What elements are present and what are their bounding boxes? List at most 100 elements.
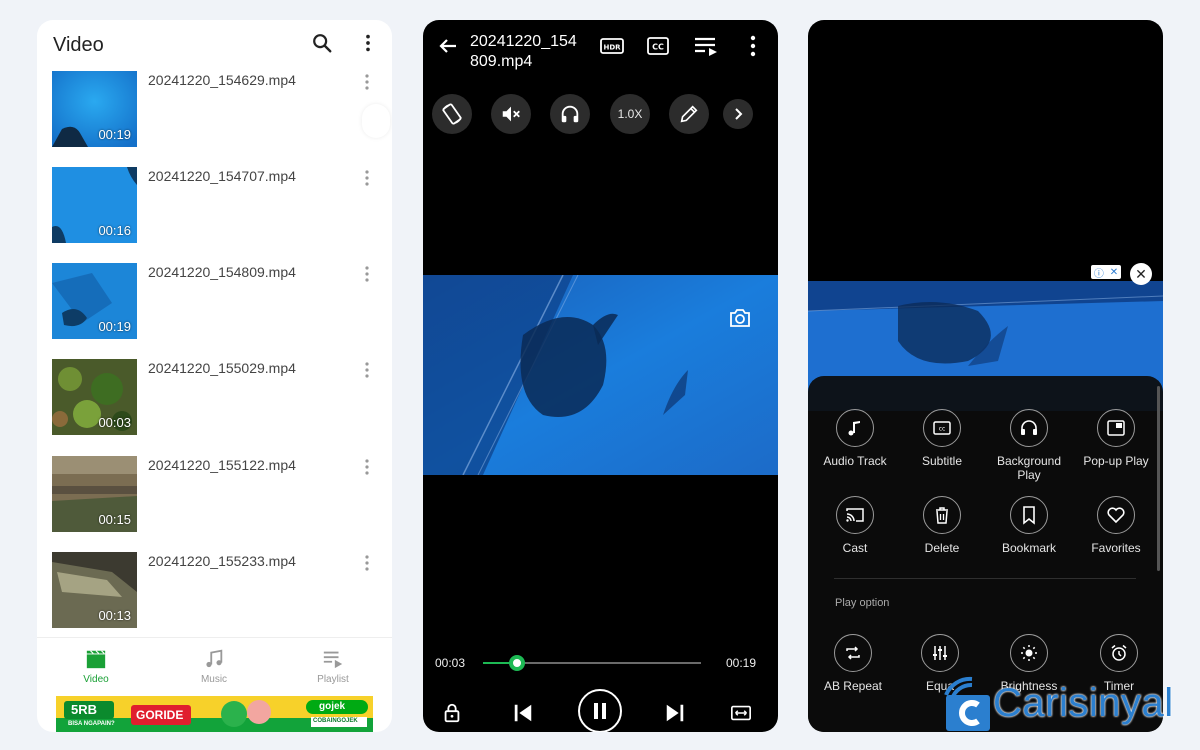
bottom-tab-bar: Video Music Playlist: [37, 637, 392, 697]
ad-info-badge[interactable]: ⓘ ✕: [1091, 265, 1121, 280]
rotate-screen-icon: [442, 103, 462, 125]
list-item[interactable]: 00:19 20241220_154809.mp4: [52, 263, 382, 341]
audio-only-button[interactable]: [550, 94, 590, 134]
menu-item-favorites[interactable]: Favorites: [1071, 496, 1161, 555]
menu-item-label: Audio Track: [823, 454, 887, 468]
video-title: 20241220_154 809.mp4: [470, 33, 577, 70]
more-vert-icon[interactable]: [360, 361, 374, 379]
player-menu-screen: ⓘ ✕ ✕ Audio Track cc Subtitle Background …: [808, 20, 1163, 732]
video-filename: 20241220_155233.mp4: [148, 553, 296, 569]
aspect-ratio-icon[interactable]: [730, 702, 752, 724]
camera-icon[interactable]: [728, 307, 752, 329]
scroll-handle[interactable]: [362, 104, 390, 138]
tab-video[interactable]: Video: [56, 648, 136, 685]
ad-banner[interactable]: 5RB BISA NGAPAIN? GORIDE gojek COBAINGOJ…: [56, 696, 373, 732]
back-arrow-icon[interactable]: [435, 34, 461, 58]
watermark-text: Carisinyal: [993, 681, 1174, 725]
list-item[interactable]: 00:16 20241220_154707.mp4: [52, 167, 382, 245]
video-thumbnail[interactable]: 00:13: [52, 552, 137, 628]
tab-label: Video: [83, 674, 109, 685]
video-duration: 00:19: [98, 319, 131, 334]
video-filename: 20241220_155122.mp4: [148, 457, 296, 473]
more-vert-icon[interactable]: [740, 34, 766, 58]
more-controls-button[interactable]: [723, 99, 753, 129]
brightness-icon: [1021, 645, 1037, 661]
svg-text:cc: cc: [939, 426, 946, 433]
more-vert-icon[interactable]: [360, 554, 374, 572]
edit-button[interactable]: [669, 94, 709, 134]
trash-icon: [936, 507, 948, 524]
pause-button[interactable]: [578, 689, 622, 732]
hdr-icon[interactable]: HDR: [599, 34, 625, 58]
menu-item-ab-repeat[interactable]: AB Repeat: [808, 634, 898, 693]
ad-brand: gojek: [319, 701, 346, 712]
menu-item-cast[interactable]: Cast: [810, 496, 900, 555]
svg-text:CC: CC: [652, 43, 664, 52]
alarm-icon: [1111, 644, 1127, 661]
video-thumbnail[interactable]: 00:19: [52, 71, 137, 147]
cc-icon[interactable]: CC: [645, 34, 671, 58]
speed-icon: 1.0X: [617, 107, 643, 121]
previous-icon[interactable]: [512, 702, 534, 724]
tab-music[interactable]: Music: [174, 648, 254, 685]
video-thumbnail[interactable]: 00:03: [52, 359, 137, 435]
video-thumbnail[interactable]: 00:19: [52, 263, 137, 339]
music-note-icon: [848, 421, 860, 436]
ad-cta: GORIDE: [136, 708, 184, 722]
edit-pencil-icon: [680, 105, 698, 123]
menu-item-popup-play[interactable]: Pop-up Play: [1071, 409, 1161, 468]
menu-item-label: Bookmark: [1001, 541, 1057, 555]
video-duration: 00:13: [98, 608, 131, 623]
cast-icon: [846, 508, 864, 522]
more-vert-icon[interactable]: [360, 169, 374, 187]
more-vert-icon[interactable]: [360, 265, 374, 283]
scrollbar[interactable]: [1157, 386, 1160, 571]
video-filename: 20241220_154809.mp4: [148, 264, 296, 280]
tab-label: Music: [200, 674, 228, 685]
more-vert-icon[interactable]: [360, 458, 374, 476]
more-vert-icon[interactable]: [360, 73, 374, 91]
lock-icon[interactable]: [441, 702, 463, 724]
cc-icon: cc: [933, 421, 951, 435]
popup-play-icon: [1107, 420, 1125, 436]
video-duration: 00:16: [98, 223, 131, 238]
list-item[interactable]: 00:15 20241220_155122.mp4: [52, 456, 382, 534]
search-icon[interactable]: [311, 32, 333, 54]
ad-code: COBAINGOJEK: [313, 718, 358, 724]
next-icon[interactable]: [664, 702, 686, 724]
watermark-logo-icon: [944, 676, 990, 731]
list-item[interactable]: 00:03 20241220_155029.mp4: [52, 359, 382, 437]
playlist-queue-icon[interactable]: [693, 34, 719, 58]
rotate-screen-button[interactable]: [432, 94, 472, 134]
list-item[interactable]: 00:13 20241220_155233.mp4: [52, 552, 382, 630]
video-frame[interactable]: [423, 275, 778, 475]
tab-playlist[interactable]: Playlist: [293, 648, 373, 685]
video-list-screen: Video 00:19 20241220_154629.mp4 00:16 20…: [37, 20, 392, 732]
video-duration: 00:03: [98, 415, 131, 430]
menu-item-bookmark[interactable]: Bookmark: [984, 496, 1074, 555]
video-icon: [86, 650, 106, 669]
menu-item-background-play[interactable]: Background Play: [984, 409, 1074, 482]
headphones-icon: [561, 105, 579, 123]
video-thumbnail[interactable]: 00:16: [52, 167, 137, 243]
menu-item-audio-track[interactable]: Audio Track: [810, 409, 900, 468]
close-icon: ✕: [1109, 266, 1119, 278]
menu-item-label: AB Repeat: [823, 679, 883, 693]
menu-item-delete[interactable]: Delete: [897, 496, 987, 555]
tab-label: Playlist: [317, 674, 349, 685]
mute-button[interactable]: [491, 94, 531, 134]
ab-repeat-icon: [846, 646, 860, 660]
ad-subtext: BISA NGAPAIN?: [68, 721, 115, 727]
more-vert-icon[interactable]: [357, 32, 379, 54]
ad-close-button[interactable]: ✕: [1130, 263, 1152, 285]
speed-button[interactable]: 1.0X: [610, 94, 650, 134]
playlist-icon: [323, 651, 343, 669]
divider: [834, 578, 1136, 579]
video-thumbnail[interactable]: 00:15: [52, 456, 137, 532]
menu-item-subtitle[interactable]: cc Subtitle: [897, 409, 987, 468]
list-item[interactable]: 00:19 20241220_154629.mp4: [52, 71, 382, 149]
seek-bar[interactable]: [483, 655, 701, 671]
bookmark-icon: [1023, 506, 1035, 525]
video-duration: 00:19: [98, 127, 131, 142]
seek-knob[interactable]: [509, 655, 526, 671]
